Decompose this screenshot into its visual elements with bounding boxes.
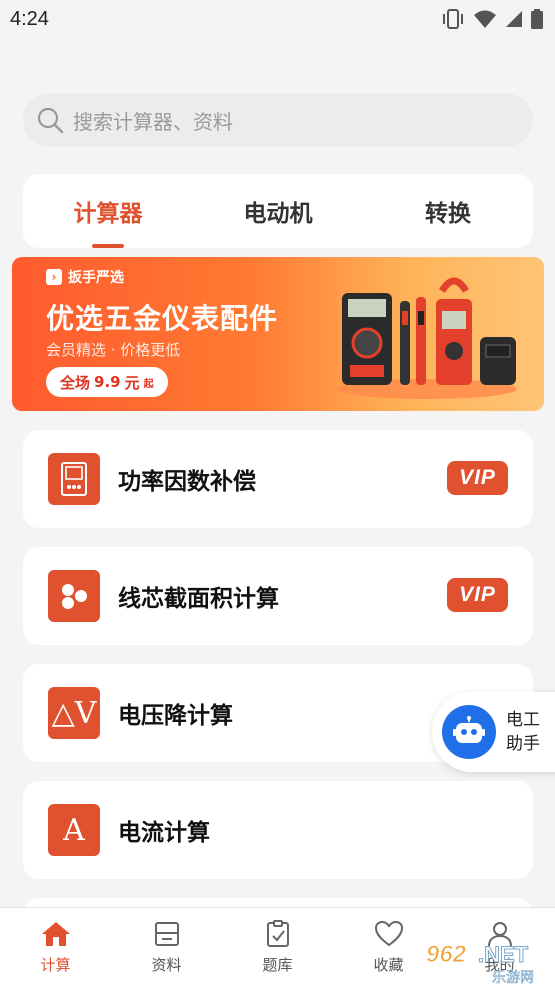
nav-question-bank[interactable]: 题库: [222, 908, 333, 986]
meters-illustration-icon: [337, 277, 517, 399]
tab-active-indicator: [92, 244, 124, 248]
tab-motor[interactable]: 电动机: [193, 174, 363, 248]
banner-brand: › 扳手严选: [46, 267, 124, 287]
user-icon: [487, 921, 512, 946]
nav-profile[interactable]: 我的: [444, 908, 555, 986]
calc-item-power-factor[interactable]: 功率因数补偿 VIP: [23, 430, 533, 528]
status-time: 4:24: [10, 7, 49, 30]
nav-calculate[interactable]: 计算: [0, 908, 111, 986]
assistant-label: 电工 助手: [506, 708, 540, 756]
assistant-button[interactable]: 电工 助手: [432, 692, 555, 772]
banner-headline: 优选五金仪表配件: [46, 302, 279, 335]
calc-item-wire-section[interactable]: 线芯截面积计算 VIP: [23, 547, 533, 645]
device-icon: [48, 453, 100, 505]
price-value: 9.9: [94, 373, 121, 391]
assistant-line2: 助手: [506, 734, 540, 754]
nav-label: 计算: [40, 955, 71, 974]
tab-convert[interactable]: 转换: [363, 174, 533, 248]
nav-label: 我的: [484, 955, 515, 974]
price-unit: 元: [124, 373, 140, 392]
category-tabs: 计算器 电动机 转换: [23, 174, 533, 248]
bottom-nav: 计算 资料 题库 收藏 我的: [0, 907, 555, 986]
tab-label: 计算器: [73, 201, 143, 227]
price-suffix: 起: [143, 378, 154, 390]
calc-item-current[interactable]: A 电流计算: [23, 781, 533, 879]
banner-subtitle: 会员精选 · 价格更低: [46, 341, 181, 359]
search-icon: [37, 107, 64, 134]
voltage-drop-icon: △V: [48, 687, 100, 739]
status-icons: [441, 8, 543, 30]
price-prefix: 全场: [60, 373, 91, 392]
vip-badge: VIP: [447, 461, 508, 495]
brand-logo-icon: ›: [46, 269, 62, 285]
vip-badge: VIP: [447, 578, 508, 612]
calc-item-label: 功率因数补偿: [118, 469, 256, 495]
assistant-line1: 电工: [506, 710, 540, 730]
wifi-icon: [474, 10, 496, 28]
checklist-icon: [266, 919, 289, 947]
nav-materials[interactable]: 资料: [111, 908, 222, 986]
home-icon: [41, 921, 70, 946]
banner-price-pill: 全场 9.9 元 起: [46, 367, 168, 397]
nav-label: 题库: [262, 955, 293, 974]
search-placeholder: 搜索计算器、资料: [73, 109, 233, 134]
vibrate-icon: [443, 9, 463, 29]
tab-calculator[interactable]: 计算器: [23, 174, 193, 248]
battery-icon: [531, 9, 543, 29]
tab-label: 电动机: [243, 201, 313, 227]
nav-favorites[interactable]: 收藏: [333, 908, 444, 986]
heart-icon: [374, 920, 403, 946]
cores-icon: [48, 570, 100, 622]
search-bar[interactable]: 搜索计算器、资料: [23, 93, 533, 147]
calc-item-label: 电压降计算: [118, 703, 233, 729]
tab-label: 转换: [425, 201, 471, 227]
signal-icon: [506, 11, 522, 27]
nav-label: 收藏: [373, 955, 404, 974]
promo-banner[interactable]: › 扳手严选 优选五金仪表配件 会员精选 · 价格更低 全场 9.9 元 起: [12, 257, 544, 411]
ampere-icon: A: [48, 804, 100, 856]
robot-icon: [442, 705, 496, 759]
nav-label: 资料: [151, 955, 182, 974]
calc-item-label: 电流计算: [118, 820, 210, 846]
banner-brand-name: 扳手严选: [68, 270, 124, 286]
calc-item-label: 线芯截面积计算: [118, 586, 279, 612]
box-icon: [154, 921, 179, 946]
status-bar: 4:24: [0, 0, 555, 38]
